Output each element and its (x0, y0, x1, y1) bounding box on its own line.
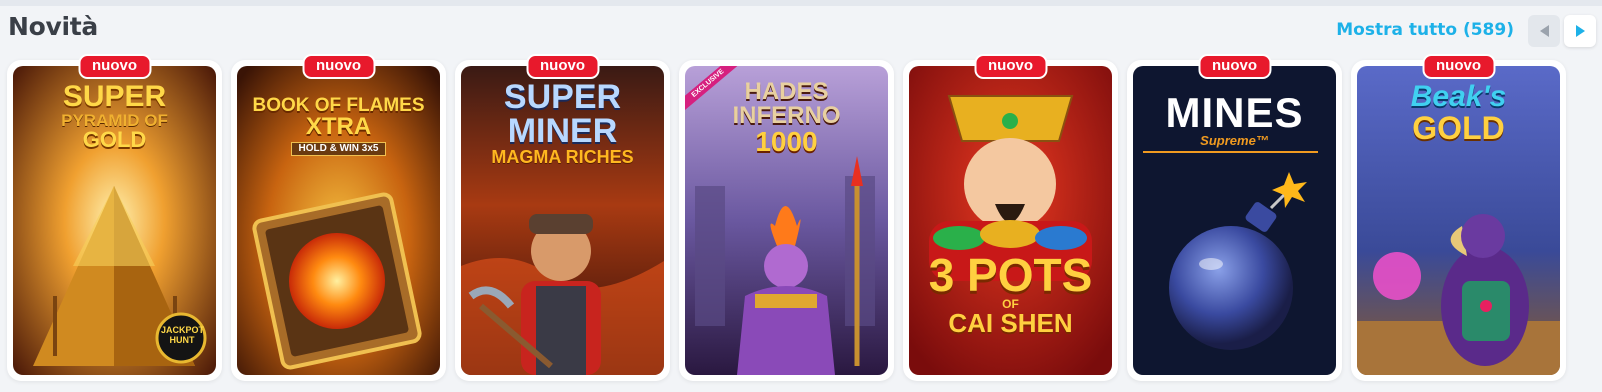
game-card-mines-supreme[interactable]: nuovo MINES Supreme™ (1127, 54, 1342, 381)
game-card-3-pots-of-cai-shen[interactable]: nuovo 3 POTS OF CAI SHEN (903, 54, 1118, 381)
game-title: SUPER MINER MAGMA RICHES (491, 78, 634, 167)
game-card-beaks-gold[interactable]: nuovo Beak's GOLD (1351, 54, 1566, 381)
top-divider (0, 0, 1602, 6)
new-badge: nuovo (1198, 54, 1271, 79)
show-all-link[interactable]: Mostra tutto (589) (1336, 20, 1514, 40)
chevron-left-icon (1539, 25, 1549, 37)
game-card-super-pyramid-of-gold[interactable]: nuovo SUPER PYRAMID OF GOLD JACKPOT HUNT (7, 54, 222, 381)
game-thumbnail: SUPER MINER MAGMA RICHES (461, 66, 664, 375)
game-title: MINES Supreme™ (1165, 89, 1304, 148)
chevron-right-icon (1575, 25, 1585, 37)
jackpot-hunt-logo: JACKPOT HUNT (161, 325, 205, 345)
game-title: BOOK OF FLAMES XTRA HOLD & WIN 3x5 (252, 95, 425, 156)
game-card-hades-inferno-1000[interactable]: EXCLUSIVE HADES INFERNO 1000 (679, 60, 894, 381)
game-thumbnail: 3 POTS OF CAI SHEN (909, 66, 1112, 375)
game-title: HADES INFERNO 1000 (732, 78, 841, 157)
carousel-next-button[interactable] (1564, 15, 1596, 47)
new-badge: nuovo (78, 54, 151, 79)
game-title: Beak's GOLD (1410, 80, 1507, 146)
game-thumbnail: EXCLUSIVE HADES INFERNO 1000 (685, 66, 888, 375)
new-badge: nuovo (1422, 54, 1495, 79)
game-title: 3 POTS OF CAI SHEN (928, 249, 1093, 338)
new-badge: nuovo (526, 54, 599, 79)
new-badge: nuovo (974, 54, 1047, 79)
game-thumbnail: SUPER PYRAMID OF GOLD JACKPOT HUNT (13, 66, 216, 375)
carousel-prev-button[interactable] (1528, 15, 1560, 47)
new-badge: nuovo (302, 54, 375, 79)
game-card-super-miner-magma-riches[interactable]: nuovo SUPER MINER MAGMA RICHES (455, 54, 670, 381)
game-thumbnail: MINES Supreme™ (1133, 66, 1336, 375)
game-card-book-of-flames-xtra[interactable]: nuovo BOOK OF FLAMES XTRA HOLD & WIN 3x5 (231, 54, 446, 381)
section-title: Novità (8, 12, 98, 41)
game-thumbnail: Beak's GOLD (1357, 66, 1560, 375)
game-title: SUPER PYRAMID OF GOLD (61, 80, 168, 152)
game-thumbnail: BOOK OF FLAMES XTRA HOLD & WIN 3x5 (237, 66, 440, 375)
